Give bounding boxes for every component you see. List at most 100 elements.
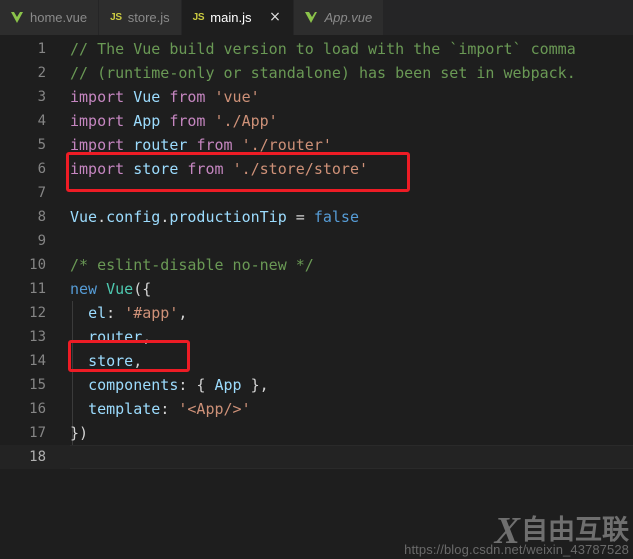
vue-file-icon [305,11,318,24]
code-token: from [196,136,233,154]
code-line-text: /* eslint-disable no-new */ [70,253,314,277]
code-line-text: // The Vue build version to load with th… [70,37,576,61]
js-file-icon: JS [192,11,205,23]
line-number: 9 [37,233,46,249]
code-token: Vue [106,280,134,298]
editor-tab-label: main.js [210,10,252,25]
code-token: router [88,328,143,346]
line-number: 6 [37,161,46,177]
code-token: el [88,304,107,322]
code-token: ({ [133,280,152,298]
vscode-window: home.vue JS store.js JS main.js × App.vue 1 // … [0,0,633,559]
code-token: Vue [133,88,161,106]
code-line[interactable]: 13 router, [0,325,633,349]
close-icon[interactable]: × [267,10,282,25]
code-line-text: store, [70,349,142,373]
code-line[interactable]: 3 import Vue from 'vue' [0,85,633,109]
code-line[interactable]: 18 [0,445,633,469]
code-token: : [160,400,179,418]
code-line-text: import router from './router' [70,133,332,157]
code-token: : [106,304,125,322]
code-token: App [133,112,161,130]
code-token: store [88,352,134,370]
line-number: 18 [29,449,46,465]
code-token: 'vue' [214,88,260,106]
editor-tab-bar: home.vue JS store.js JS main.js × App.vue [0,0,633,35]
code-token: from [187,160,224,178]
code-token: import [70,160,125,178]
code-line[interactable]: 12 el: '#app', [0,301,633,325]
code-line[interactable]: 11 new Vue({ [0,277,633,301]
code-line[interactable]: 10 /* eslint-disable no-new */ [0,253,633,277]
code-token: false [313,208,359,226]
code-token: , [178,304,188,322]
code-line[interactable]: 14 store, [0,349,633,373]
code-line[interactable]: 5 import router from './router' [0,133,633,157]
editor-tab-label: store.js [127,10,170,25]
code-line[interactable]: 4 import App from './App' [0,109,633,133]
line-number: 2 [37,65,46,81]
line-number: 10 [29,257,46,273]
code-token: import [70,112,125,130]
line-number: 5 [37,137,46,153]
code-token: , [142,328,152,346]
code-line-text: }) [70,421,88,445]
code-token: './router' [241,136,332,154]
code-line-text: components: { App }, [70,373,269,397]
code-line-text: // (runtime-only or standalone) has been… [70,61,576,85]
code-line[interactable]: 6 import store from './store/store' [0,157,633,181]
code-token: store [133,160,179,178]
editor-tab-label: App.vue [324,10,373,25]
code-editor[interactable]: 1 // The Vue build version to load with t… [0,35,633,559]
code-line[interactable]: 15 components: { App }, [0,373,633,397]
code-token: Vue [70,208,98,226]
code-line[interactable]: 16 template: '<App/>' [0,397,633,421]
line-number: 13 [29,329,46,345]
js-file-icon: JS [110,11,122,23]
code-token: './App' [214,112,278,130]
code-token: import [70,136,125,154]
code-token: App [214,376,242,394]
code-token: = [295,208,305,226]
code-line[interactable]: 1 // The Vue build version to load with t… [0,37,633,61]
line-number: 3 [37,89,46,105]
code-line[interactable]: 2 // (runtime-only or standalone) has bee… [0,61,633,85]
code-token: components [88,376,179,394]
code-line[interactable]: 17}) [0,421,633,445]
code-token: /* eslint-disable no-new */ [70,256,314,274]
code-line-text: import store from './store/store' [70,157,368,181]
code-line[interactable]: 9 [0,229,633,253]
editor-tab-app-vue[interactable]: App.vue [294,0,385,35]
code-line-text: import App from './App' [70,109,278,133]
line-number: 16 [29,401,46,417]
code-token: template [88,400,161,418]
code-token: '<App/>' [178,400,251,418]
code-token: from [169,112,206,130]
line-number: 17 [29,425,46,441]
code-token: }, [241,376,269,394]
line-number: 14 [29,353,46,369]
line-number: 12 [29,305,46,321]
editor-tab-main-js[interactable]: JS main.js × [181,0,295,35]
code-content[interactable]: 1 // The Vue build version to load with t… [0,35,633,469]
code-line-text: el: '#app', [70,301,187,325]
code-token: router [133,136,188,154]
code-line[interactable]: 8 Vue.config.productionTip = false [0,205,633,229]
line-number: 4 [37,113,46,129]
editor-tab-home-vue[interactable]: home.vue [0,0,100,35]
editor-tab-store-js[interactable]: JS store.js [99,0,182,35]
code-token: '#app' [124,304,179,322]
code-token: new [70,280,98,298]
code-token: : { [178,376,215,394]
code-line[interactable]: 7 [0,181,633,205]
